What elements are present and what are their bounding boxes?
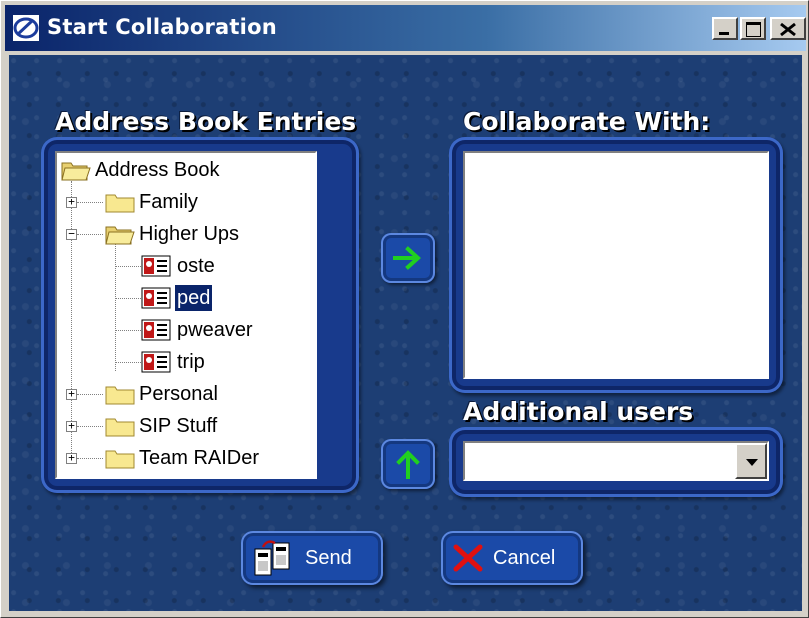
expand-icon[interactable]: + [66, 388, 77, 400]
maximize-icon [746, 22, 761, 37]
address-book-heading: Address Book Entries [55, 107, 357, 136]
open-folder-icon [105, 226, 135, 245]
arrow-right-icon [393, 246, 421, 270]
tree-line [77, 234, 103, 235]
tree-node-trip[interactable]: trip [57, 347, 315, 377]
tree-label-root: Address Book [95, 159, 220, 181]
tree-node-sip-stuff[interactable]: + SIP Stuff [57, 411, 315, 441]
cancel-x-icon [453, 544, 483, 572]
tree-line [77, 202, 103, 203]
expand-icon[interactable]: + [66, 420, 77, 432]
folder-icon [105, 194, 135, 213]
contact-card-icon [141, 351, 171, 373]
combo-dropdown-button[interactable] [735, 443, 767, 479]
folder-icon [105, 386, 135, 405]
tree-line [115, 298, 141, 299]
minimize-icon [719, 32, 729, 35]
contact-card-icon [141, 319, 171, 341]
tree-label-family: Family [139, 191, 198, 213]
app-icon [13, 15, 39, 41]
tree-label-trip: trip [177, 351, 205, 373]
tree-label-oste: oste [177, 255, 215, 277]
chevron-down-icon [746, 459, 758, 466]
add-additional-user-button[interactable] [381, 439, 435, 489]
tree-node-ped[interactable]: ped [57, 283, 315, 313]
close-icon [780, 22, 796, 37]
arrow-up-icon [396, 450, 420, 479]
tree-label-team-raider: Team RAIDer [139, 447, 260, 469]
expand-icon[interactable]: + [66, 452, 77, 464]
additional-users-combo[interactable] [463, 441, 769, 481]
tree-node-higher-ups[interactable]: − Higher Ups [57, 219, 315, 249]
tree-node-personal[interactable]: + Personal [57, 379, 315, 409]
folder-icon [105, 418, 135, 437]
tree-line [115, 362, 141, 363]
send-label: Send [305, 547, 352, 569]
cancel-label: Cancel [493, 547, 556, 569]
folder-icon [105, 450, 135, 469]
window-title: Start Collaboration [47, 15, 277, 39]
tree-label-higher-ups: Higher Ups [139, 223, 240, 245]
tree-node-pweaver[interactable]: pweaver [57, 315, 315, 345]
contact-card-icon [141, 255, 171, 277]
close-button[interactable] [770, 17, 806, 40]
start-collaboration-window: Start Collaboration Address Book Entries… [0, 0, 809, 618]
tree-node-team-raider[interactable]: + Team RAIDer [57, 443, 315, 473]
dialog-body: Address Book Entries Collaborate With: A… [9, 55, 802, 611]
tree-node-oste[interactable]: oste [57, 251, 315, 281]
tree-label-sip-stuff: SIP Stuff [139, 415, 218, 437]
tree-label-ped: ped [175, 285, 213, 311]
additional-users-heading: Additional users [463, 397, 694, 426]
collapse-icon[interactable]: − [66, 228, 77, 240]
address-book-tree[interactable]: Address Book + Family − Higher Ups oste … [55, 151, 317, 479]
send-icon [254, 540, 290, 576]
tree-line [115, 330, 141, 331]
tree-line [115, 266, 141, 267]
open-folder-icon [61, 162, 91, 181]
minimize-button[interactable] [712, 17, 738, 40]
cancel-button[interactable]: Cancel [441, 531, 583, 585]
tree-node-root[interactable]: Address Book [57, 155, 315, 185]
tree-line [77, 394, 103, 395]
tree-line [77, 458, 103, 459]
tree-label-pweaver: pweaver [177, 319, 253, 341]
title-bar[interactable]: Start Collaboration [5, 5, 806, 51]
tree-label-personal: Personal [139, 383, 218, 405]
collaborate-with-list[interactable] [463, 151, 769, 379]
collaborate-with-heading: Collaborate With: [463, 107, 711, 136]
tree-node-family[interactable]: + Family [57, 187, 315, 217]
tree-line [77, 426, 103, 427]
add-to-collaborate-button[interactable] [381, 233, 435, 283]
expand-icon[interactable]: + [66, 196, 77, 208]
send-button[interactable]: Send [241, 531, 383, 585]
maximize-button[interactable] [740, 17, 766, 40]
contact-card-icon [141, 287, 171, 309]
